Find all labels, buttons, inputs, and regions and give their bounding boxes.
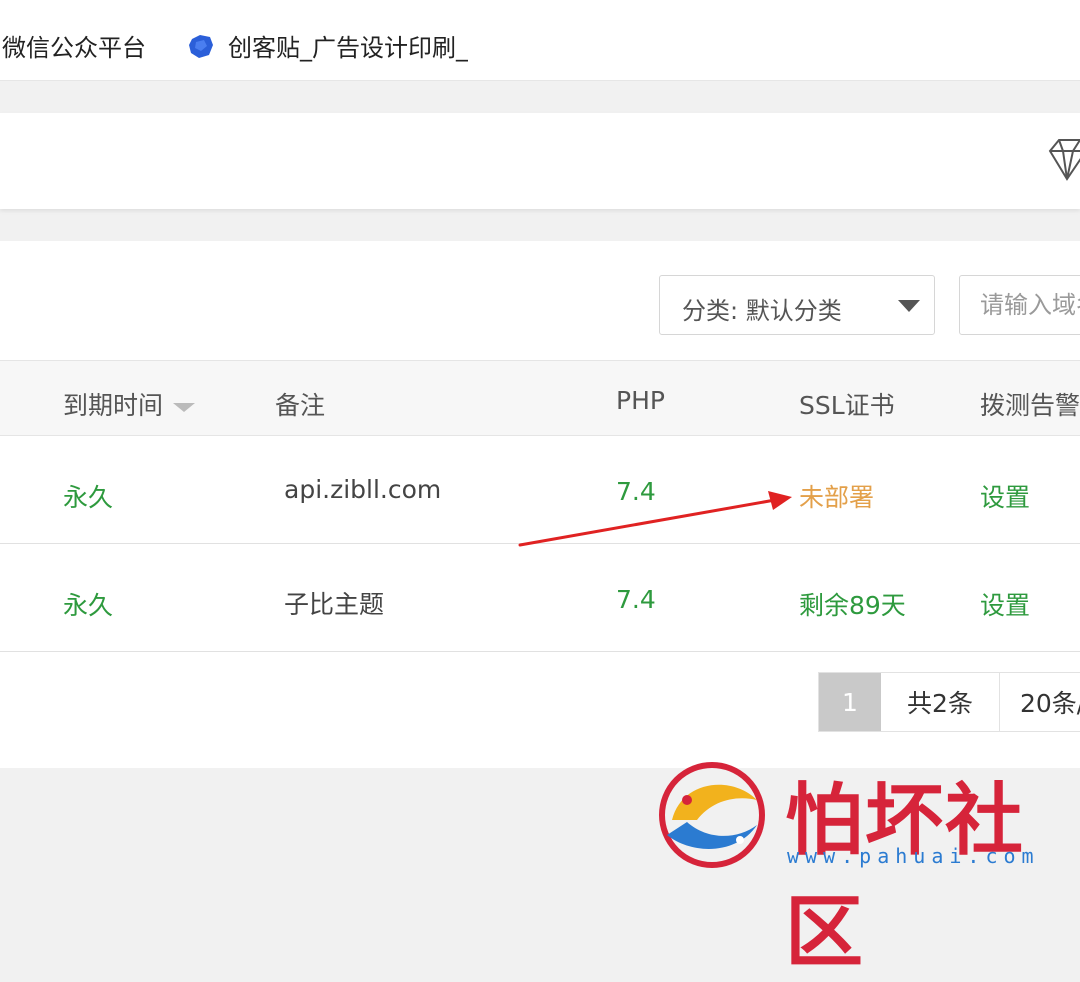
watermark-url: www.pahuai.com — [787, 844, 1040, 868]
watermark-text: 怕坏社区 — [785, 776, 1026, 978]
pagination-total: 共2条 — [881, 673, 1000, 731]
pahuai-logo-icon — [659, 762, 765, 868]
pagination-page-1[interactable]: 1 — [819, 673, 881, 731]
page-size-select[interactable]: 20条/页 — [1000, 673, 1080, 731]
annotation-arrow-icon — [518, 491, 792, 547]
pagination: 1 共2条 20条/页 — [818, 672, 1080, 732]
